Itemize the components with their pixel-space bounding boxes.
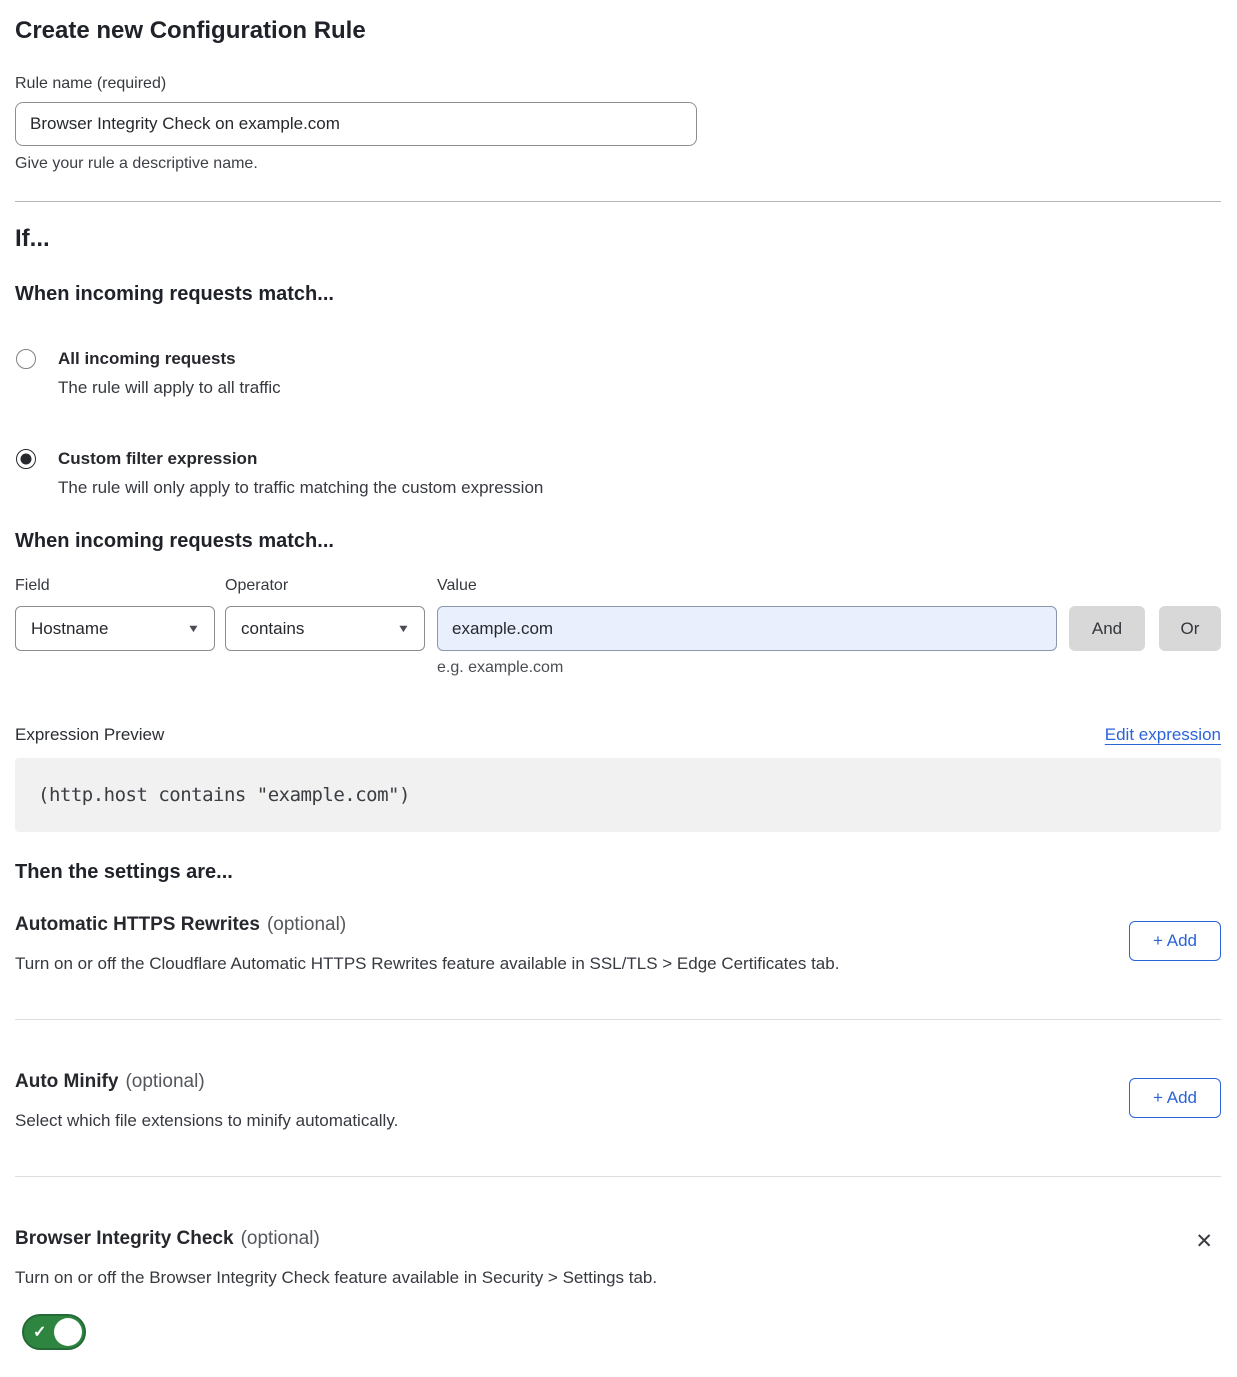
value-column: Value e.g. example.com [437, 576, 1057, 677]
setting-main: Auto Minify (optional) Select which file… [15, 1070, 398, 1132]
expression-code: (http.host contains "example.com") [38, 784, 410, 806]
radio-option-label: All incoming requests [58, 347, 281, 371]
field-select[interactable]: Hostname ▼ [15, 606, 215, 651]
setting-title-row: Automatic HTTPS Rewrites (optional) [15, 913, 839, 936]
value-help: e.g. example.com [437, 659, 1057, 677]
radio-option-all-incoming-requests[interactable]: All incoming requests The rule will appl… [15, 347, 1221, 401]
chevron-down-icon: ▼ [397, 623, 411, 635]
setting-optional-tag: (optional) [241, 1228, 320, 1250]
page-title: Create new Configuration Rule [15, 16, 1221, 46]
section-divider [15, 201, 1221, 202]
operator-select[interactable]: contains ▼ [225, 606, 425, 651]
radio-option-text: Custom filter expression The rule will o… [58, 447, 543, 501]
setting-auto-minify: Auto Minify (optional) Select which file… [15, 1070, 1221, 1132]
chevron-down-icon: ▼ [187, 623, 201, 635]
field-column: Field Hostname ▼ [15, 576, 215, 651]
radio-button-unselected[interactable] [16, 349, 36, 369]
operator-column: Operator contains ▼ [225, 576, 425, 651]
setting-title: Browser Integrity Check [15, 1227, 234, 1250]
expression-preview-label: Expression Preview [15, 725, 164, 745]
if-heading: If... [15, 224, 1221, 254]
close-icon[interactable]: ✕ [1195, 1231, 1213, 1252]
setting-main: Automatic HTTPS Rewrites (optional) Turn… [15, 913, 839, 975]
radio-option-description: The rule will apply to all traffic [58, 375, 281, 401]
radio-option-text: All incoming requests The rule will appl… [58, 347, 281, 401]
operator-label: Operator [225, 576, 425, 596]
create-configuration-rule-form: Create new Configuration Rule Rule name … [0, 0, 1237, 1365]
match-heading: When incoming requests match... [15, 282, 1221, 307]
radio-option-label: Custom filter expression [58, 447, 543, 471]
add-auto-minify-button[interactable]: + Add [1129, 1078, 1221, 1118]
setting-title-row: Auto Minify (optional) [15, 1070, 398, 1093]
radio-button-selected[interactable] [16, 449, 36, 469]
setting-divider [15, 1019, 1221, 1020]
setting-title: Auto Minify [15, 1070, 118, 1093]
setting-description: Turn on or off the Browser Integrity Che… [15, 1266, 657, 1289]
radio-option-custom-filter-expression[interactable]: Custom filter expression The rule will o… [15, 447, 1221, 501]
browser-integrity-check-toggle[interactable]: ✓ [22, 1314, 86, 1350]
rule-name-input[interactable] [15, 102, 697, 146]
rule-name-help: Give your rule a descriptive name. [15, 154, 1221, 173]
add-automatic-https-rewrites-button[interactable]: + Add [1129, 921, 1221, 961]
value-label: Value [437, 576, 1057, 596]
check-icon: ✓ [33, 1322, 46, 1342]
field-select-value: Hostname [31, 619, 108, 639]
setting-title-row: Browser Integrity Check (optional) [15, 1227, 657, 1250]
radio-option-description: The rule will only apply to traffic matc… [58, 475, 543, 501]
setting-title: Automatic HTTPS Rewrites [15, 913, 260, 936]
setting-browser-integrity-check: Browser Integrity Check (optional) Turn … [15, 1227, 1221, 1350]
expression-builder-heading: When incoming requests match... [15, 529, 1221, 554]
value-input[interactable] [437, 606, 1057, 651]
setting-optional-tag: (optional) [267, 914, 346, 936]
and-button[interactable]: And [1069, 606, 1145, 651]
setting-automatic-https-rewrites: Automatic HTTPS Rewrites (optional) Turn… [15, 913, 1221, 975]
setting-description: Turn on or off the Cloudflare Automatic … [15, 952, 839, 975]
toggle-knob[interactable] [54, 1318, 82, 1346]
expression-builder-row: Field Hostname ▼ Operator contains ▼ Val… [15, 576, 1221, 677]
request-match-radio-group: All incoming requests The rule will appl… [15, 347, 1221, 501]
setting-main: Browser Integrity Check (optional) Turn … [15, 1227, 657, 1350]
operator-select-value: contains [241, 619, 304, 639]
edit-expression-link[interactable]: Edit expression [1105, 725, 1221, 745]
setting-description: Select which file extensions to minify a… [15, 1109, 398, 1132]
rule-name-label: Rule name (required) [15, 74, 1221, 93]
expression-preview-box: (http.host contains "example.com") [15, 758, 1221, 832]
setting-divider [15, 1176, 1221, 1177]
or-button[interactable]: Or [1159, 606, 1221, 651]
expression-preview-row: Expression Preview Edit expression [15, 725, 1221, 745]
settings-heading: Then the settings are... [15, 860, 1221, 885]
setting-optional-tag: (optional) [125, 1071, 204, 1093]
field-label: Field [15, 576, 215, 596]
